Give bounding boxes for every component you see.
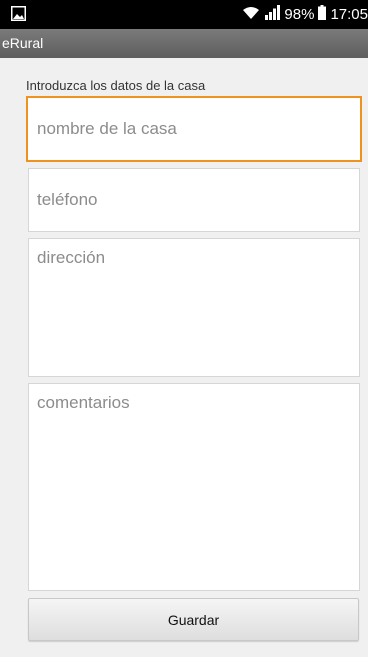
phone-input[interactable] bbox=[28, 168, 360, 232]
app-title: eRural bbox=[2, 35, 44, 51]
battery-icon bbox=[318, 5, 327, 24]
clock: 17:05 bbox=[330, 6, 368, 23]
status-indicators: 98% 17:05 bbox=[242, 0, 368, 29]
app-bar: eRural bbox=[0, 29, 368, 58]
form-label: Introduzca los datos de la casa bbox=[26, 78, 206, 93]
save-button[interactable]: Guardar bbox=[28, 598, 359, 641]
house-name-input[interactable] bbox=[26, 96, 362, 162]
comments-input[interactable] bbox=[28, 383, 360, 591]
form-content: Introduzca los datos de la casa Guardar bbox=[0, 58, 368, 657]
battery-percent: 98% bbox=[284, 6, 315, 23]
wifi-icon bbox=[242, 6, 260, 24]
signal-icon bbox=[264, 5, 281, 24]
address-input[interactable] bbox=[28, 238, 360, 377]
screenshot-icon bbox=[11, 6, 26, 21]
status-bar: 98% 17:05 bbox=[0, 0, 368, 29]
